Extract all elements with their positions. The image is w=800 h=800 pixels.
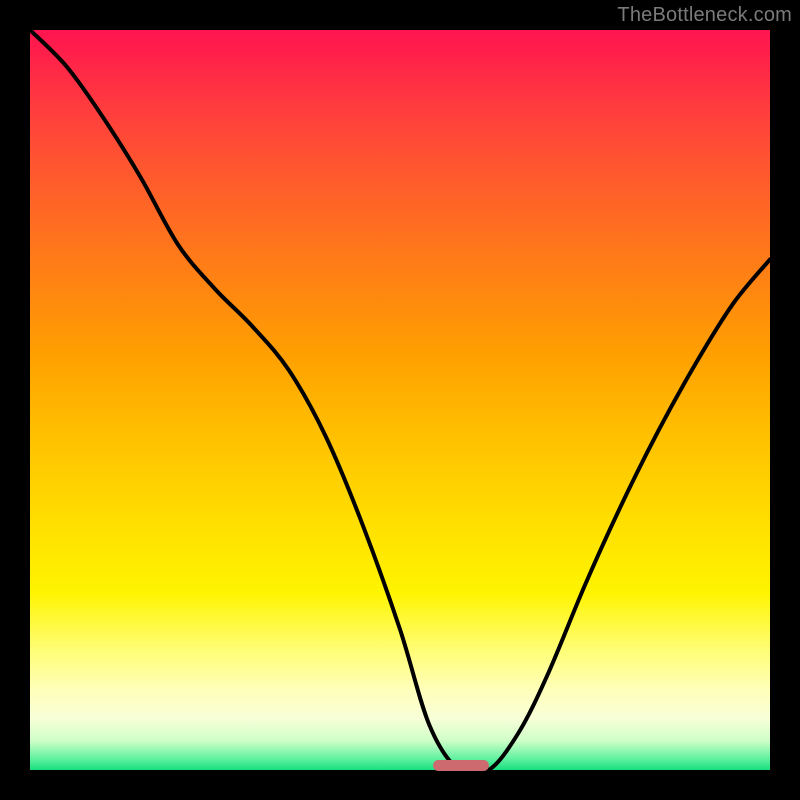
optimal-range-marker	[433, 760, 489, 771]
chart-frame: TheBottleneck.com	[0, 0, 800, 800]
curve-layer	[30, 30, 770, 770]
plot-area	[30, 30, 770, 770]
bottleneck-curve	[30, 30, 770, 770]
watermark-text: TheBottleneck.com	[617, 4, 792, 27]
